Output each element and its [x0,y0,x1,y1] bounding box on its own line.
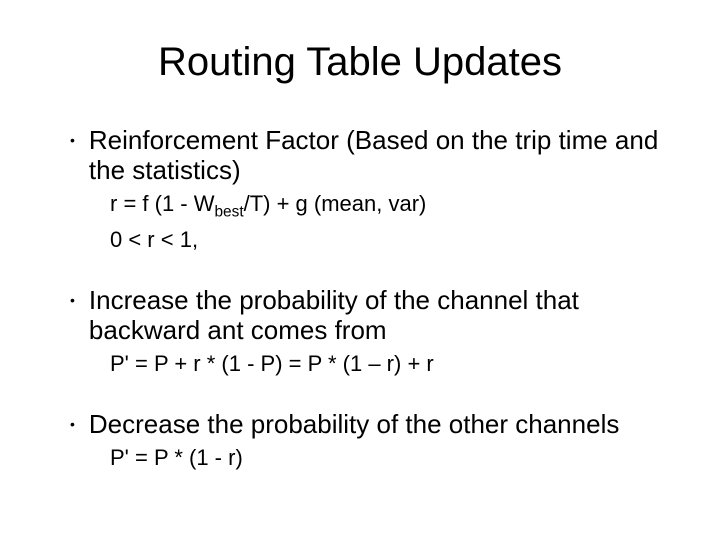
bullet-text: Increase the probability of the channel … [89,285,670,345]
bullet-dot-icon: • [70,409,75,439]
bullet-dot-icon: • [70,285,75,315]
bullet-dot-icon: • [70,125,75,155]
slide-title: Routing Table Updates [50,40,670,85]
formula-line: P' = P * (1 - r) [110,445,670,471]
bullet-item: • Increase the probability of the channel… [70,285,670,345]
formula-line: 0 < r < 1, [110,227,670,253]
bullet-item: • Decrease the probability of the other c… [70,409,670,439]
bullet-text: Decrease the probability of the other ch… [89,409,670,439]
bullet-text: Reinforcement Factor (Based on the trip … [89,125,670,185]
formula-line: P' = P + r * (1 - P) = P * (1 – r) + r [110,351,670,377]
slide-body: • Reinforcement Factor (Based on the trip… [50,125,670,471]
formula-line: r = f (1 - Wbest/T) + g (mean, var) [110,191,670,225]
bullet-item: • Reinforcement Factor (Based on the trip… [70,125,670,185]
